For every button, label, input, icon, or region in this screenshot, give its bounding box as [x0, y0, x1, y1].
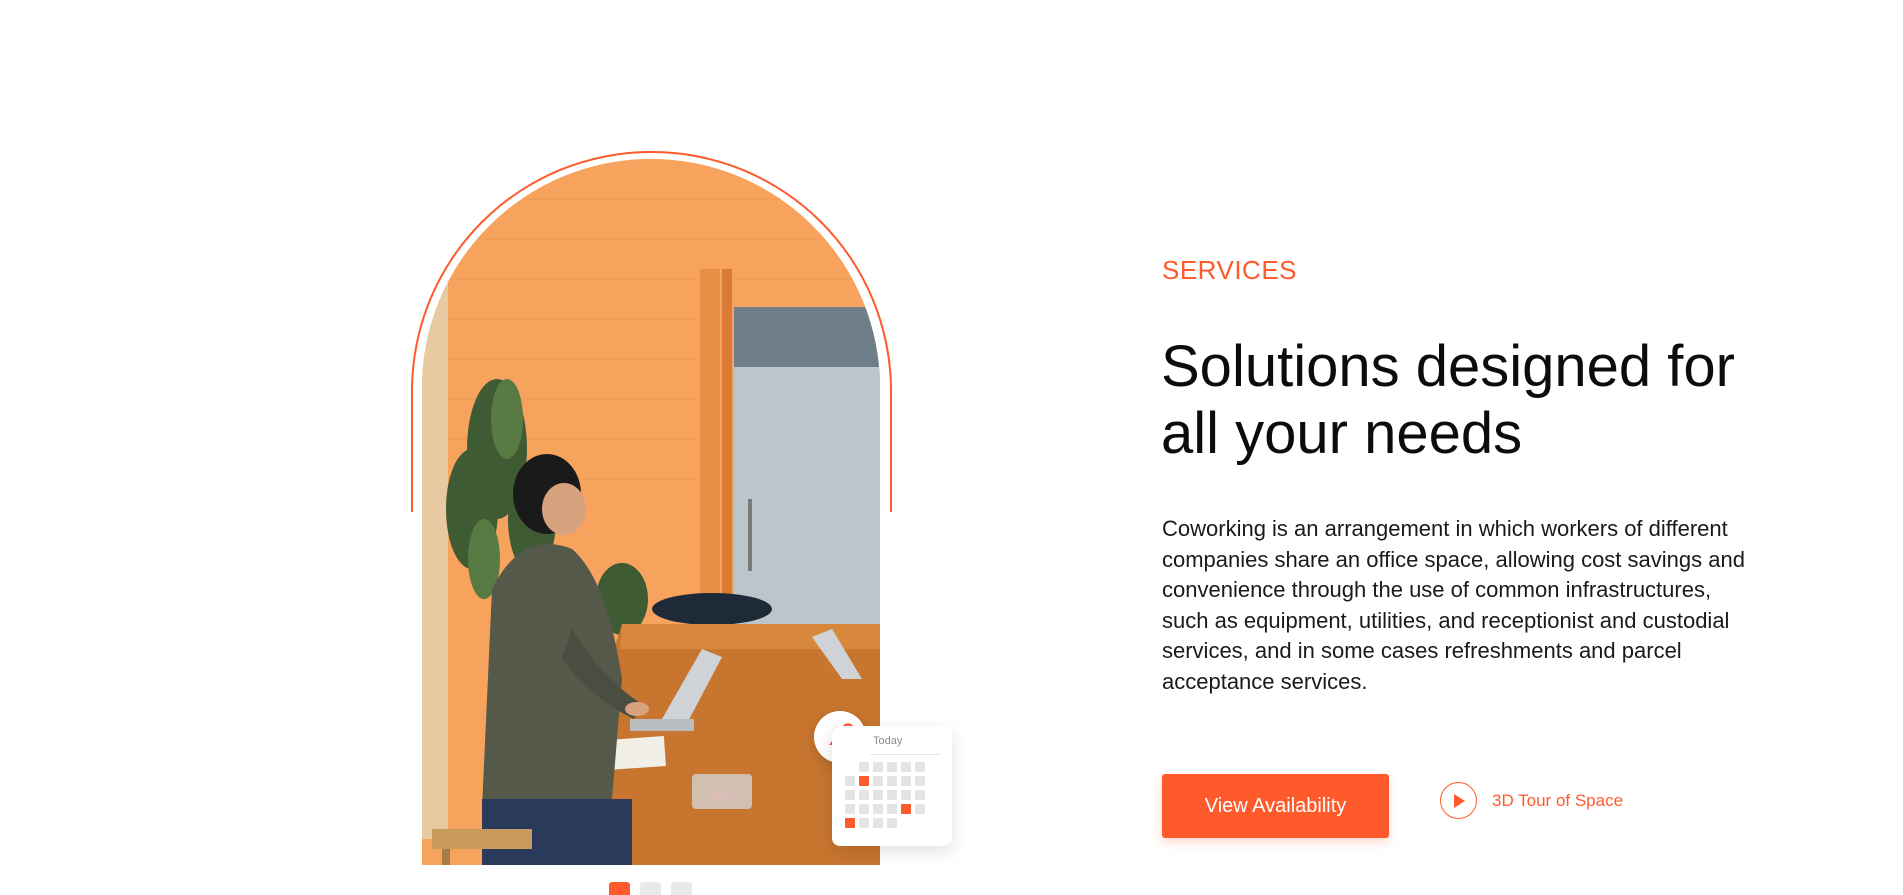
play-icon	[1440, 782, 1477, 819]
coworking-photo	[422, 159, 880, 865]
headline-line-2: all your needs	[1161, 401, 1523, 466]
section-headline: Solutions designed for all your needs	[1161, 333, 1801, 467]
calendar-divider	[870, 754, 940, 755]
view-availability-button[interactable]: View Availability	[1162, 774, 1389, 838]
headline-line-1: Solutions designed for	[1161, 334, 1735, 399]
calendar-today-label: Today	[873, 735, 903, 747]
carousel-dot-3[interactable]	[671, 882, 692, 895]
calendar-card: Today	[832, 726, 952, 846]
section-description: Coworking is an arrangement in which wor…	[1162, 516, 1745, 694]
tour-link-label: 3D Tour of Space	[1492, 790, 1624, 810]
calendar-icon	[845, 762, 925, 828]
services-section: Today SERVICES Solutions designed for al…	[0, 0, 1903, 895]
tour-link[interactable]: 3D Tour of Space	[1440, 782, 1623, 819]
carousel-indicators	[609, 882, 692, 895]
carousel-dot-2[interactable]	[640, 882, 661, 895]
carousel-dot-1[interactable]	[609, 882, 630, 895]
section-eyebrow: SERVICES	[1162, 255, 1298, 285]
